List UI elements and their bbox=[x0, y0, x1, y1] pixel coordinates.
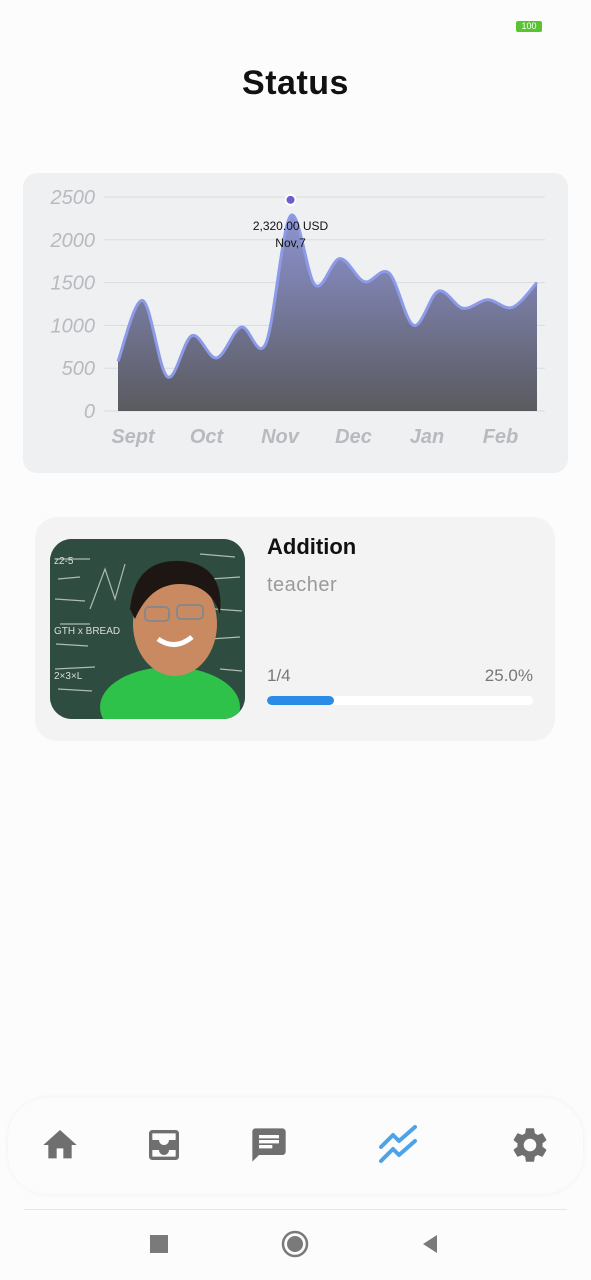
svg-text:GTH x BREAD: GTH x BREAD bbox=[54, 626, 120, 637]
progress-bar-fill bbox=[267, 696, 334, 705]
tooltip-date: Nov,7 bbox=[275, 236, 306, 250]
inbox-icon bbox=[149, 1130, 179, 1160]
y-tick-label: 1500 bbox=[51, 273, 96, 295]
nav-home[interactable] bbox=[35, 1120, 85, 1170]
progress-count: 1/4 bbox=[267, 666, 291, 685]
status-chart: 2500 2000 1500 1000 500 0 Sept Oct Nov Dec Jan Feb… bbox=[50, 187, 545, 448]
back-button[interactable] bbox=[405, 1222, 455, 1266]
x-tick-label: Nov bbox=[261, 426, 301, 448]
progress-bar bbox=[267, 696, 533, 705]
progress-percent: 25.0% bbox=[484, 666, 533, 685]
square-icon bbox=[150, 1235, 168, 1253]
y-tick-label: 1000 bbox=[51, 315, 96, 337]
highlight-point[interactable] bbox=[284, 193, 297, 206]
x-tick-label: Jan bbox=[410, 426, 444, 448]
recents-button[interactable] bbox=[134, 1222, 184, 1266]
trending-icon bbox=[379, 1125, 417, 1163]
y-tick-label: 0 bbox=[84, 401, 95, 423]
chart-area bbox=[118, 214, 537, 411]
home-icon bbox=[43, 1130, 77, 1159]
x-tick-label: Feb bbox=[483, 426, 519, 448]
course-image: z2-5 GTH x BREAD 2×3×L bbox=[50, 539, 245, 719]
y-tick-label: 2500 bbox=[50, 187, 96, 209]
course-title: Addition bbox=[267, 534, 357, 559]
y-tick-label: 2000 bbox=[50, 230, 96, 252]
chat-icon bbox=[252, 1128, 286, 1162]
system-nav-bar bbox=[0, 1222, 591, 1272]
x-tick-label: Sept bbox=[111, 426, 156, 448]
y-tick-label: 500 bbox=[62, 358, 95, 380]
x-tick-label: Dec bbox=[335, 426, 372, 448]
back-triangle-icon bbox=[423, 1235, 437, 1253]
nav-divider bbox=[24, 1209, 567, 1210]
course-role: teacher bbox=[267, 574, 338, 596]
gear-icon bbox=[513, 1128, 547, 1162]
chart-card: 2500 2000 1500 1000 500 0 Sept Oct Nov Dec Jan Feb… bbox=[23, 173, 568, 473]
home-button[interactable] bbox=[270, 1222, 320, 1266]
status-bar: 100 bbox=[0, 0, 591, 50]
x-tick-label: Oct bbox=[190, 426, 225, 448]
svg-text:z2-5: z2-5 bbox=[54, 556, 74, 567]
nav-settings[interactable] bbox=[505, 1120, 555, 1170]
tooltip-value: 2,320.00 USD bbox=[253, 219, 329, 233]
circle-icon bbox=[281, 1230, 309, 1258]
page-title: Status bbox=[242, 64, 349, 102]
bottom-nav bbox=[8, 1098, 583, 1194]
svg-text:2×3×L: 2×3×L bbox=[54, 671, 83, 682]
battery-indicator: 100 bbox=[516, 21, 542, 32]
nav-status[interactable] bbox=[374, 1120, 424, 1170]
nav-messages[interactable] bbox=[244, 1120, 294, 1170]
nav-inbox[interactable] bbox=[139, 1120, 189, 1170]
course-card[interactable]: z2-5 GTH x BREAD 2×3×L Addition teacher … bbox=[35, 517, 555, 741]
